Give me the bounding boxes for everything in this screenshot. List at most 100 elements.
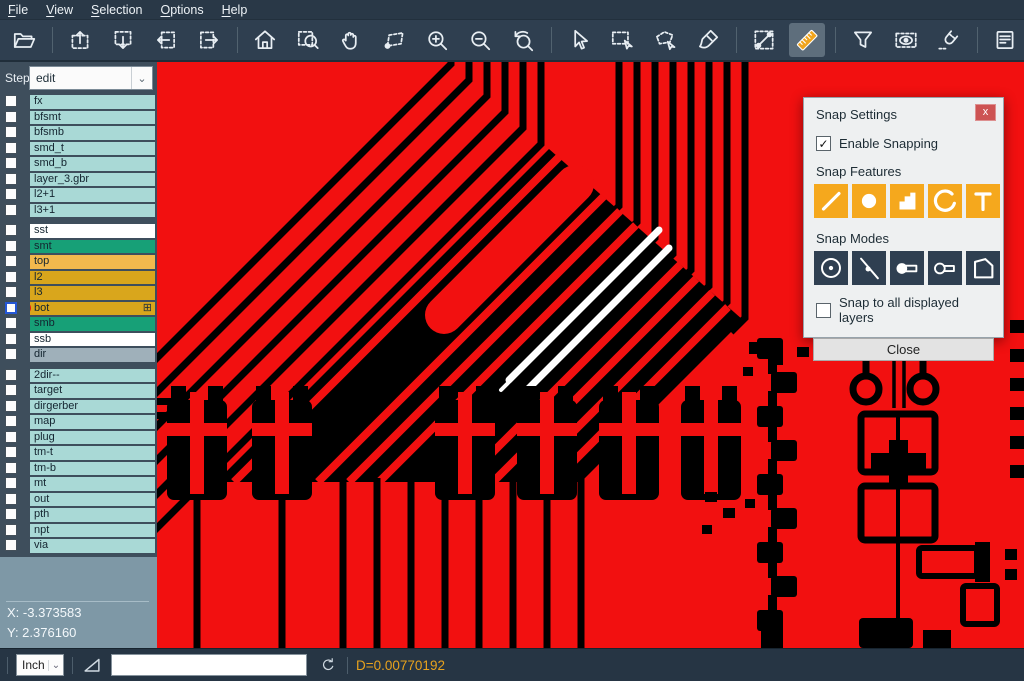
layer-item-fx[interactable]: fx [30, 95, 155, 109]
view-box-button[interactable] [888, 23, 924, 57]
menu-item-file[interactable]: File [8, 3, 28, 17]
snap-arc-button[interactable] [928, 184, 962, 218]
pcb-canvas[interactable]: Snap Settings x ✓ Enable Snapping Snap F… [157, 62, 1024, 648]
snap-surface-button[interactable] [890, 184, 924, 218]
close-button[interactable]: Close [813, 338, 994, 361]
filter-button[interactable] [845, 23, 881, 57]
select-arrow-button[interactable] [561, 23, 597, 57]
zoom-out-button[interactable] [462, 23, 498, 57]
layer-item-l2[interactable]: l2 [30, 271, 155, 285]
measure-input[interactable] [111, 654, 307, 676]
layer-visibility-checkbox[interactable] [5, 188, 17, 200]
refresh-icon[interactable] [319, 656, 337, 674]
grid-icon[interactable]: ⊞ [143, 302, 152, 315]
layer-visibility-checkbox[interactable] [5, 126, 17, 138]
report-button[interactable] [987, 23, 1023, 57]
layer-item-sst[interactable]: sst [30, 224, 155, 238]
layer-visibility-checkbox[interactable] [5, 240, 17, 252]
layer-item-npt[interactable]: npt [30, 524, 155, 538]
layer-visibility-checkbox[interactable] [5, 539, 17, 551]
ruler-button[interactable] [789, 23, 825, 57]
select-poly-button[interactable] [647, 23, 683, 57]
dialog-title-bar[interactable]: Snap Settings x [804, 98, 1003, 126]
layer-item-smb[interactable]: smb [30, 317, 155, 331]
layer-item-mt[interactable]: mt [30, 477, 155, 491]
layer-visibility-checkbox[interactable] [5, 333, 17, 345]
snap-all-layers-checkbox[interactable] [816, 303, 831, 318]
layer-item-smt[interactable]: smt [30, 240, 155, 254]
layer-item-dir[interactable]: dir [30, 348, 155, 362]
layer-item-bfsmb[interactable]: bfsmb [30, 126, 155, 140]
layer-item-2dir--[interactable]: 2dir-- [30, 369, 155, 383]
snap-text-button[interactable] [966, 184, 1000, 218]
layer-item-tm-b[interactable]: tm-b [30, 462, 155, 476]
menu-item-help[interactable]: Help [222, 3, 248, 17]
layer-visibility-checkbox[interactable] [5, 271, 17, 283]
layer-visibility-checkbox[interactable] [5, 415, 17, 427]
layer-visibility-checkbox[interactable] [5, 224, 17, 236]
layer-visibility-checkbox[interactable] [5, 493, 17, 505]
layer-visibility-checkbox[interactable] [5, 95, 17, 107]
layer-item-map[interactable]: map [30, 415, 155, 429]
layer-item-bfsmt[interactable]: bfsmt [30, 111, 155, 125]
layer-visibility-checkbox[interactable] [5, 302, 17, 314]
layer-item-tm-t[interactable]: tm-t [30, 446, 155, 460]
layer-item-top[interactable]: top [30, 255, 155, 269]
layer-item-dirgerber[interactable]: dirgerber [30, 400, 155, 414]
layer-item-pth[interactable]: pth [30, 508, 155, 522]
layer-visibility-checkbox[interactable] [5, 317, 17, 329]
layer-visibility-checkbox[interactable] [5, 524, 17, 536]
layer-visibility-checkbox[interactable] [5, 142, 17, 154]
layer-item-target[interactable]: target [30, 384, 155, 398]
layer-visibility-checkbox[interactable] [5, 446, 17, 458]
layer-item-layer_3.gbr[interactable]: layer_3.gbr [30, 173, 155, 187]
layer-visibility-checkbox[interactable] [5, 369, 17, 381]
layer-item-l3+1[interactable]: l3+1 [30, 204, 155, 218]
angle-ruler-icon[interactable] [81, 654, 103, 676]
layer-visibility-checkbox[interactable] [5, 111, 17, 123]
snap-pad-outline-button[interactable] [928, 251, 962, 285]
layer-visibility-checkbox[interactable] [5, 462, 17, 474]
layer-item-l2+1[interactable]: l2+1 [30, 188, 155, 202]
snap-pad-filled-button[interactable] [890, 251, 924, 285]
zoom-previous-button[interactable] [505, 23, 541, 57]
measure-line-button[interactable] [746, 23, 782, 57]
home-button[interactable] [247, 23, 283, 57]
pan-right-button[interactable] [191, 23, 227, 57]
layer-item-smd_b[interactable]: smd_b [30, 157, 155, 171]
layer-visibility-checkbox[interactable] [5, 173, 17, 185]
pan-up-button[interactable] [62, 23, 98, 57]
snap-nearest-button[interactable] [852, 251, 886, 285]
menu-item-selection[interactable]: Selection [91, 3, 142, 17]
layer-item-ssb[interactable]: ssb [30, 333, 155, 347]
layer-visibility-checkbox[interactable] [5, 477, 17, 489]
layer-item-bot[interactable]: bot⊞ [30, 302, 155, 316]
snap-line-button[interactable] [814, 184, 848, 218]
enable-snapping-checkbox[interactable]: ✓ [816, 136, 831, 151]
menu-item-options[interactable]: Options [160, 3, 203, 17]
layer-visibility-checkbox[interactable] [5, 508, 17, 520]
paint-brush-button[interactable] [690, 23, 726, 57]
layer-item-smd_t[interactable]: smd_t [30, 142, 155, 156]
layer-item-out[interactable]: out [30, 493, 155, 507]
zoom-region-button[interactable] [290, 23, 326, 57]
layer-visibility-checkbox[interactable] [5, 255, 17, 267]
layer-item-l3[interactable]: l3 [30, 286, 155, 300]
layer-item-plug[interactable]: plug [30, 431, 155, 445]
chevron-down-icon[interactable]: ⌄ [48, 660, 63, 671]
layer-visibility-checkbox[interactable] [5, 286, 17, 298]
chevron-down-icon[interactable]: ⌄ [131, 67, 152, 89]
layer-visibility-checkbox[interactable] [5, 157, 17, 169]
magnet-button[interactable] [931, 23, 967, 57]
layer-visibility-checkbox[interactable] [5, 348, 17, 360]
pan-hand-button[interactable] [333, 23, 369, 57]
select-rect-button[interactable] [604, 23, 640, 57]
snap-center-button[interactable] [814, 251, 848, 285]
pan-down-button[interactable] [105, 23, 141, 57]
pan-left-button[interactable] [148, 23, 184, 57]
layer-visibility-checkbox[interactable] [5, 384, 17, 396]
layer-item-via[interactable]: via [30, 539, 155, 553]
dialog-close-icon[interactable]: x [975, 104, 996, 121]
zoom-window-button[interactable] [376, 23, 412, 57]
layer-visibility-checkbox[interactable] [5, 431, 17, 443]
